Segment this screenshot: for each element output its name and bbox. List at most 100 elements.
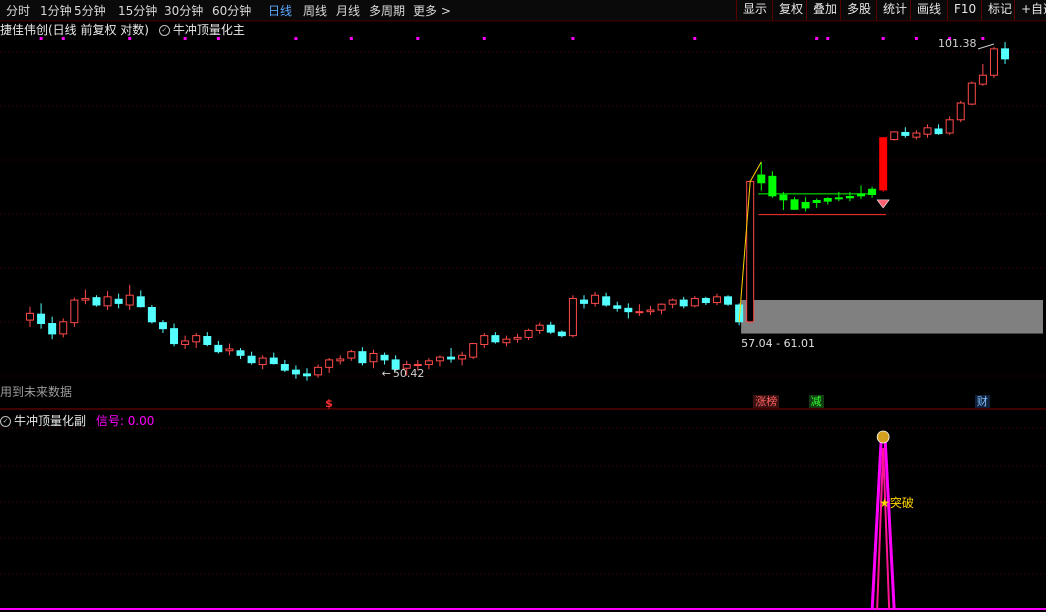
candle-body xyxy=(967,82,976,105)
candle-body xyxy=(70,299,79,324)
candle-body xyxy=(646,309,655,313)
signal-dot xyxy=(914,37,918,40)
candle-body xyxy=(912,132,921,138)
candle-body xyxy=(602,296,611,306)
signal-dot xyxy=(416,37,420,40)
candle-body xyxy=(380,354,389,361)
candle-body xyxy=(768,175,777,197)
candle-body xyxy=(347,351,356,359)
candle-body xyxy=(147,307,156,323)
candle-body xyxy=(712,296,721,304)
candle-body xyxy=(701,297,710,304)
signal-dot xyxy=(826,37,830,40)
candle-body xyxy=(956,102,965,121)
candle-body xyxy=(258,357,267,366)
candle-body xyxy=(236,350,245,356)
low-price-label: ← 50.42 xyxy=(381,367,425,381)
candle-body xyxy=(469,343,478,358)
signal-dot xyxy=(61,37,65,40)
zhangbang-badge[interactable]: 涨榜 xyxy=(753,395,780,408)
candle-body xyxy=(59,321,68,335)
candle-body xyxy=(989,48,998,76)
candle-body xyxy=(203,336,212,345)
signal-dot xyxy=(294,37,298,40)
dollar-signal-marker: $ xyxy=(325,397,333,410)
candle-body xyxy=(801,202,810,209)
candle-body xyxy=(458,354,467,360)
high-label-arrow xyxy=(977,43,995,50)
signal-dot xyxy=(39,37,43,40)
zone-range-label: 57.04 - 61.01 xyxy=(741,336,816,350)
signal-dot xyxy=(815,37,819,40)
candle-body xyxy=(746,180,755,323)
candle-body xyxy=(480,335,489,345)
candle-body xyxy=(314,366,323,376)
candle-body xyxy=(757,174,766,184)
candle-body xyxy=(845,195,854,199)
candle-body xyxy=(557,331,566,337)
candle-body xyxy=(247,355,256,364)
candle-body xyxy=(591,294,600,304)
candle-body xyxy=(679,299,688,307)
candle-body xyxy=(291,369,300,375)
candle-body xyxy=(945,119,954,134)
candle-body xyxy=(336,358,345,362)
candle-body xyxy=(491,335,500,343)
candle-body xyxy=(546,324,555,333)
candle-body xyxy=(26,312,34,321)
candle-body xyxy=(136,296,145,308)
candle-body xyxy=(303,373,311,377)
candle-body xyxy=(812,199,821,203)
candle-body xyxy=(779,194,788,201)
candle-body xyxy=(790,199,799,210)
signal-dot xyxy=(128,37,132,40)
candle-body xyxy=(369,352,378,363)
candle-body xyxy=(934,128,943,135)
candle-body xyxy=(435,356,444,362)
candle-body xyxy=(280,364,289,371)
candle-body xyxy=(92,297,101,306)
signal-dot xyxy=(981,37,985,40)
candle-body xyxy=(978,74,987,85)
candle-body xyxy=(37,313,46,325)
money-bag-icon xyxy=(876,430,890,444)
candle-body xyxy=(48,323,57,335)
jian-badge[interactable]: 减 xyxy=(808,395,824,408)
kline-chart[interactable] xyxy=(0,0,1046,612)
candle-body xyxy=(114,298,123,304)
candle-body xyxy=(1001,48,1010,60)
resistance-zone xyxy=(741,300,1043,334)
candle-body xyxy=(890,131,899,141)
signal-dot xyxy=(349,37,353,40)
diamond-icon xyxy=(876,199,890,209)
candle-body xyxy=(901,131,910,136)
candle-body xyxy=(535,324,544,331)
candle-body xyxy=(192,335,201,343)
candle-body xyxy=(613,305,622,309)
candle-body xyxy=(125,294,134,306)
signal-dot xyxy=(216,37,220,40)
candle-body xyxy=(269,357,278,365)
candle-body xyxy=(103,296,112,307)
candle-body xyxy=(568,297,577,337)
candle-body xyxy=(524,329,533,338)
candle-body xyxy=(513,336,522,340)
star-icon: ★ xyxy=(879,496,890,510)
candle-body xyxy=(668,299,677,305)
cai-badge[interactable]: 财 xyxy=(974,395,990,408)
candle-body xyxy=(181,340,190,345)
candle-body xyxy=(624,307,633,313)
high-price-label: 101.38 xyxy=(937,37,977,50)
candle-body xyxy=(225,348,234,352)
candle-body xyxy=(724,296,733,305)
candle-body xyxy=(635,311,644,314)
breakout-label: ★突破 xyxy=(879,496,914,510)
candle-body xyxy=(214,344,223,353)
candle-body xyxy=(447,356,456,360)
candle-body xyxy=(580,299,588,304)
candle-body xyxy=(690,297,699,307)
signal-dot xyxy=(693,37,697,40)
candle-body xyxy=(158,322,167,330)
candle-body xyxy=(413,364,422,367)
candle-body xyxy=(834,197,843,200)
